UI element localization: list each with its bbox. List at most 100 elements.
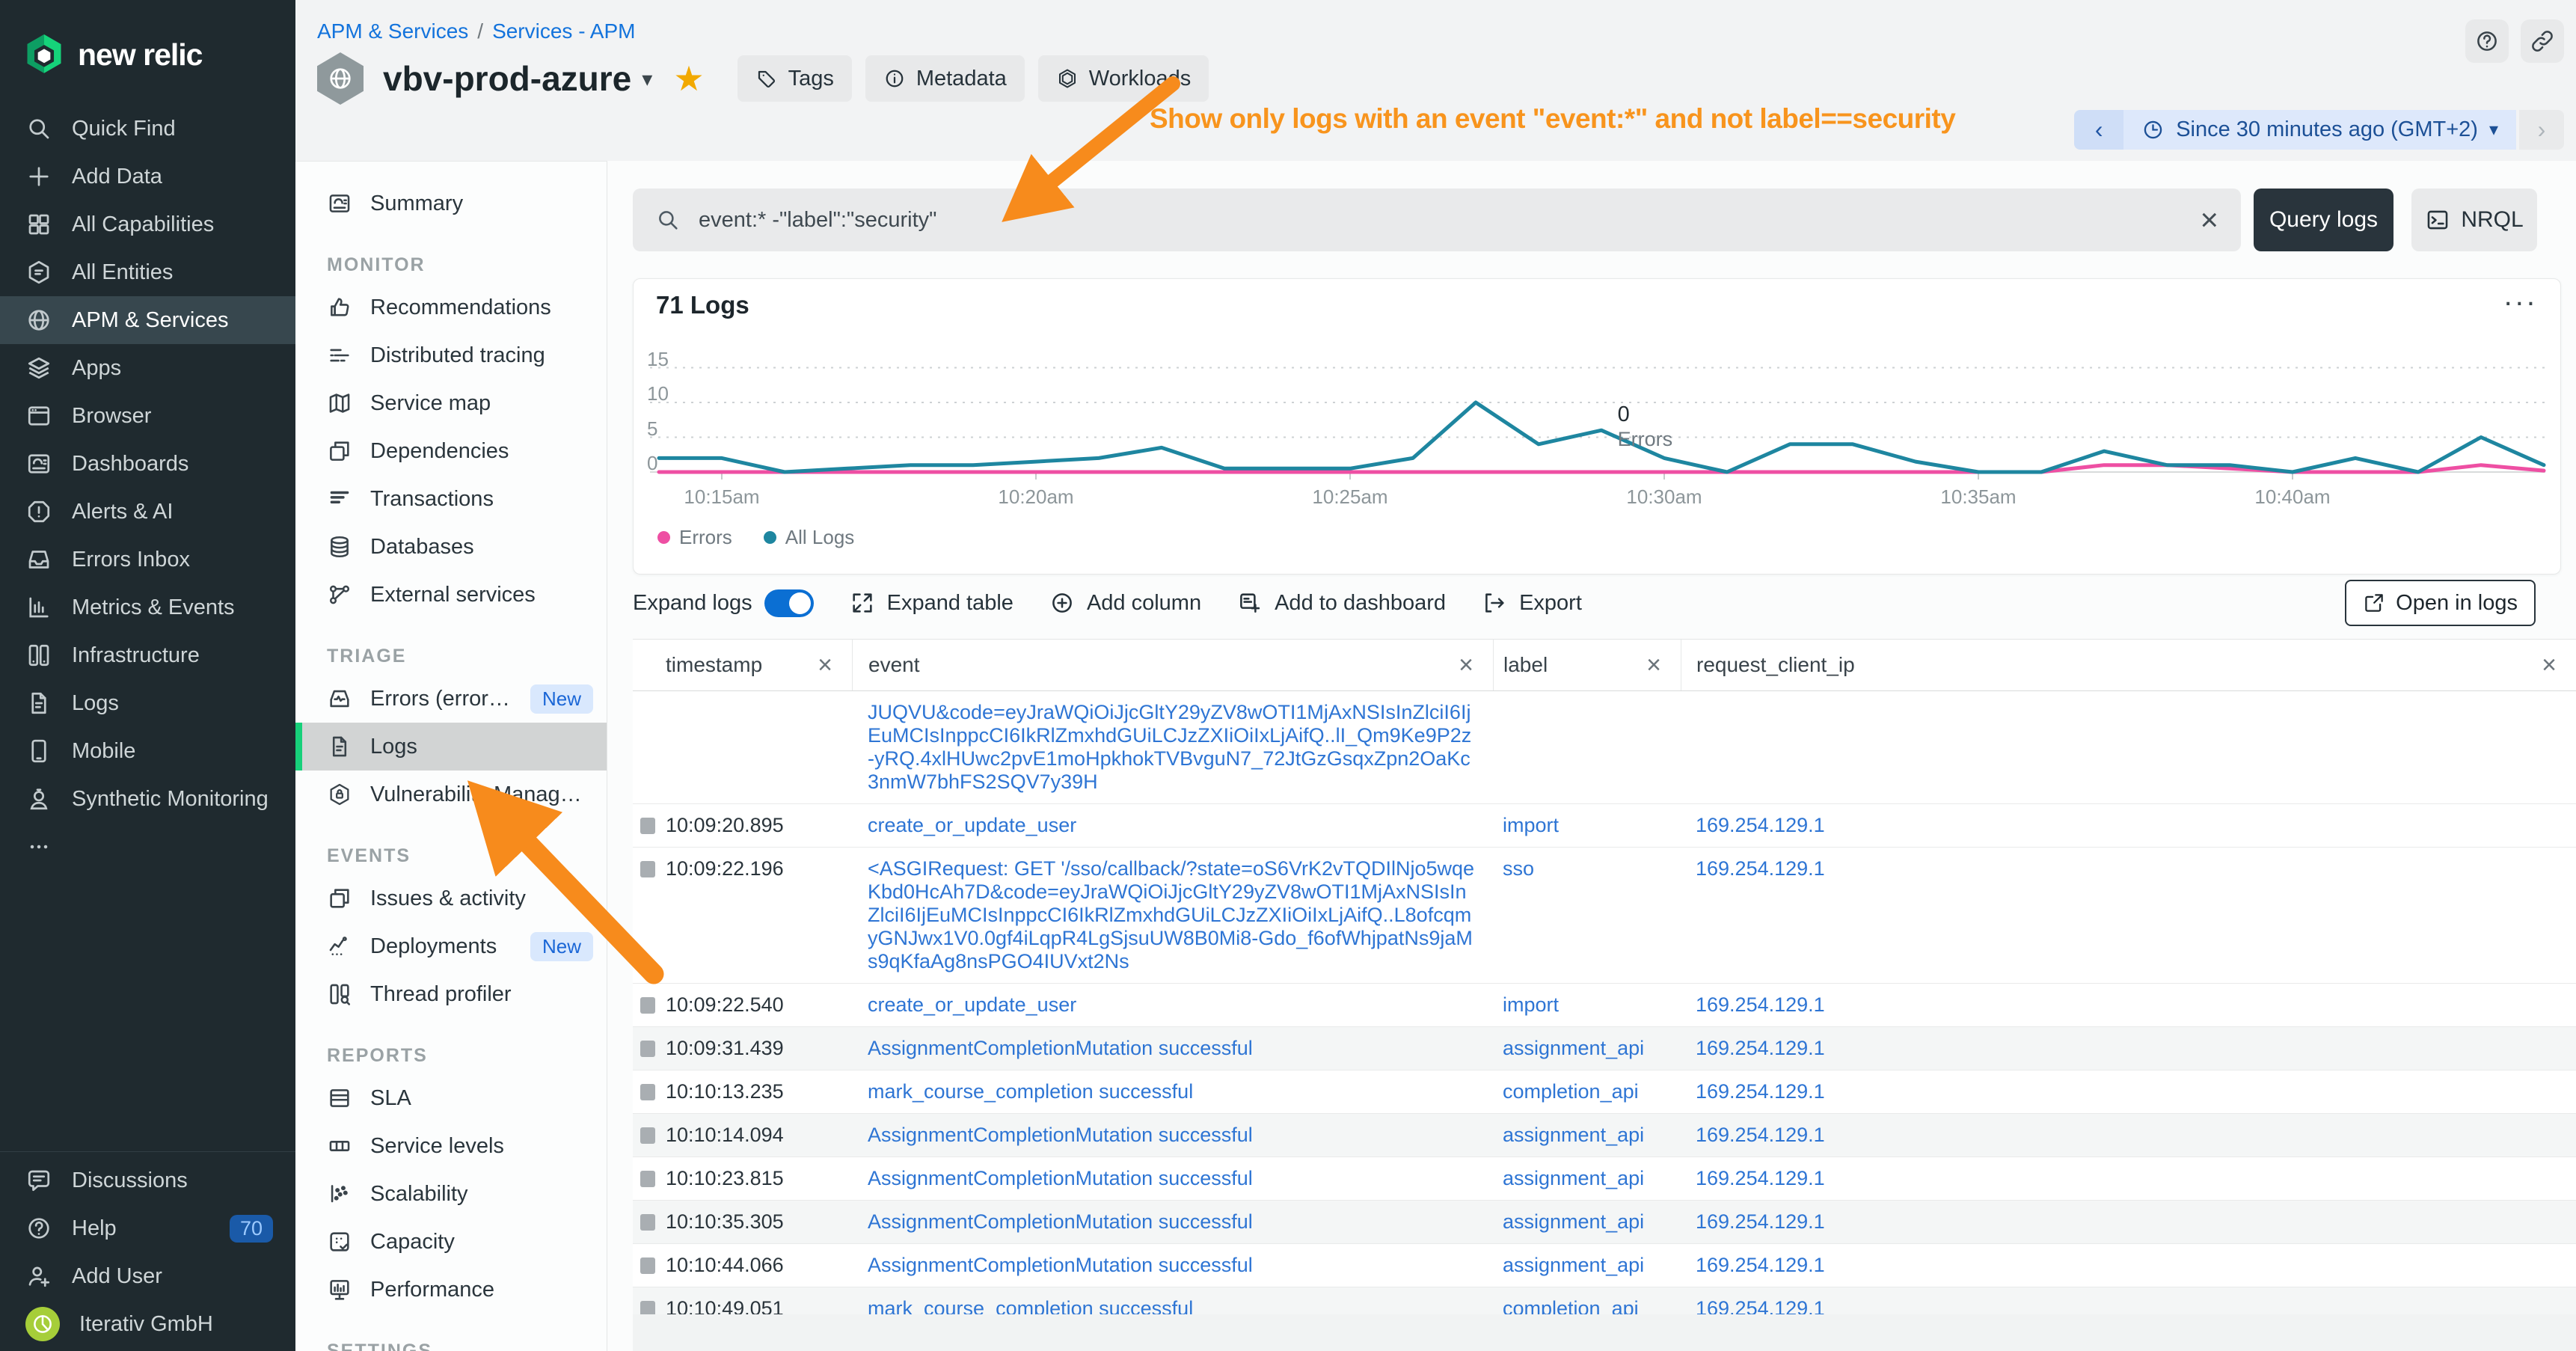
log-row-ip-link[interactable]: 169.254.129.1 [1681,804,2576,847]
remove-column-icon[interactable]: × [1646,651,1661,680]
remove-column-icon[interactable]: × [818,651,832,680]
log-row[interactable]: 10:09:22.540 create_or_update_user impor… [633,984,2576,1027]
bottom-scroll-strip[interactable] [633,1314,2576,1351]
global-footer-item[interactable]: Discussions [0,1157,295,1204]
local-nav-item[interactable]: Databases [295,523,607,571]
global-nav-item[interactable]: Dashboards [0,440,295,488]
log-row[interactable]: 10:10:23.815 AssignmentCompletionMutatio… [633,1157,2576,1201]
local-nav-item[interactable]: Logs [295,723,607,771]
log-row-ip-link[interactable]: 169.254.129.1 [1681,1070,2576,1113]
log-row-event-link[interactable]: AssignmentCompletionMutation successful [852,1201,1493,1243]
global-nav-item[interactable]: Metrics & Events [0,583,295,631]
global-nav-item[interactable]: Synthetic Monitoring [0,775,295,823]
log-row-event-link[interactable]: create_or_update_user [852,984,1493,1026]
log-row-label-link[interactable]: import [1493,804,1681,847]
local-nav-item[interactable]: Distributed tracing [295,331,607,379]
local-nav-item[interactable]: Service levels [295,1122,607,1170]
local-nav-item[interactable]: Summary [295,180,607,227]
log-row-ip-link[interactable] [1681,691,2576,803]
entity-action-button[interactable]: Workloads [1038,55,1209,102]
global-nav-item[interactable]: All Capabilities [0,200,295,248]
permalink-button[interactable] [2521,19,2564,63]
log-row[interactable]: 10:09:22.196 <ASGIRequest: GET '/sso/cal… [633,848,2576,984]
local-nav-item[interactable]: Deployments New [295,922,607,970]
log-row-event-link[interactable]: mark_course_completion successful [852,1070,1493,1113]
local-nav-item[interactable]: Transactions [295,475,607,523]
local-nav-item[interactable]: Errors (errors inb... New [295,675,607,723]
log-row-event-link[interactable]: AssignmentCompletionMutation successful [852,1157,1493,1200]
log-row-marker-icon[interactable] [640,1214,655,1231]
global-nav-item[interactable]: All Entities [0,248,295,296]
log-row-label-link[interactable]: assignment_api [1493,1244,1681,1287]
log-row-label-link[interactable]: assignment_api [1493,1201,1681,1243]
log-row[interactable]: 10:09:31.439 AssignmentCompletionMutatio… [633,1027,2576,1070]
global-nav-item[interactable]: Alerts & AI [0,488,295,536]
global-nav-item[interactable]: Browser [0,392,295,440]
log-row-marker-icon[interactable] [640,1257,655,1274]
log-row-marker-icon[interactable] [640,1084,655,1100]
log-row-label-link[interactable]: assignment_api [1493,1027,1681,1070]
log-row-marker-icon[interactable] [640,1127,655,1144]
local-nav-item[interactable]: SLA [295,1074,607,1122]
clear-search-icon[interactable]: × [2200,202,2218,238]
log-row-label-link[interactable]: assignment_api [1493,1114,1681,1157]
favorite-star-icon[interactable]: ★ [673,58,704,99]
column-header-timestamp[interactable]: timestamp× [633,640,852,690]
local-nav-item[interactable]: Issues & activity [295,874,607,922]
log-row-marker-icon[interactable] [640,861,655,877]
local-nav-item[interactable]: External services [295,571,607,619]
local-nav-item[interactable]: Recommendations [295,284,607,331]
log-row-ip-link[interactable]: 169.254.129.1 [1681,1114,2576,1157]
log-row[interactable]: 10:10:35.305 AssignmentCompletionMutatio… [633,1201,2576,1244]
log-row-event-link[interactable]: <ASGIRequest: GET '/sso/callback/?state=… [852,848,1493,983]
entity-chevron-down-icon[interactable]: ▾ [642,67,652,91]
log-row-marker-icon[interactable] [640,1171,655,1187]
remove-column-icon[interactable]: × [1459,651,1473,680]
log-row-event-link[interactable]: create_or_update_user [852,804,1493,847]
global-nav-item[interactable]: APM & Services [0,296,295,344]
log-row-label-link[interactable]: sso [1493,848,1681,983]
log-row[interactable]: 10:10:44.066 AssignmentCompletionMutatio… [633,1244,2576,1287]
entity-action-button[interactable]: Metadata [865,55,1025,102]
new-relic-logo[interactable]: new relic [0,0,295,84]
log-row-ip-link[interactable]: 169.254.129.1 [1681,1027,2576,1070]
breadcrumb-services-apm[interactable]: Services - APM [492,19,635,43]
help-button[interactable] [2465,19,2509,63]
open-in-logs-button[interactable]: Open in logs [2345,580,2536,626]
log-row-ip-link[interactable]: 169.254.129.1 [1681,984,2576,1026]
local-nav-item[interactable]: Dependencies [295,427,607,475]
local-nav-item[interactable]: Thread profiler [295,970,607,1018]
log-row-ip-link[interactable]: 169.254.129.1 [1681,1157,2576,1200]
global-footer-item[interactable]: Iterativ GmbH [0,1300,295,1348]
expand-logs-toggle[interactable] [764,589,814,617]
local-nav-item[interactable]: Vulnerability Management [295,771,607,818]
log-row[interactable]: 10:10:14.094 AssignmentCompletionMutatio… [633,1114,2576,1157]
remove-column-icon[interactable]: × [2542,651,2557,680]
log-row-marker-icon[interactable] [640,818,655,834]
global-footer-item[interactable]: Add User [0,1252,295,1300]
query-logs-button[interactable]: Query logs [2254,189,2393,251]
log-row-event-link[interactable]: AssignmentCompletionMutation successful [852,1027,1493,1070]
time-picker-dropdown[interactable]: Since 30 minutes ago (GMT+2) ▾ [2123,110,2516,150]
legend-item[interactable]: Errors [657,526,732,549]
column-header-event[interactable]: event× [852,640,1493,690]
local-nav-item[interactable]: Scalability [295,1170,607,1218]
local-nav-item[interactable]: Performance [295,1266,607,1314]
chart-overflow-menu[interactable]: ... [2504,279,2538,313]
global-nav-item[interactable]: Quick Find [0,105,295,153]
toolbar-button[interactable]: Export [1482,590,1582,616]
time-picker-forward-button[interactable]: › [2519,110,2564,150]
log-row-label-link[interactable] [1493,691,1681,803]
toolbar-button[interactable]: Expand table [850,590,1013,616]
log-row-ip-link[interactable]: 169.254.129.1 [1681,1201,2576,1243]
log-row[interactable]: 10:09:20.895 create_or_update_user impor… [633,804,2576,848]
log-row[interactable]: JUQVU&code=eyJraWQiOiJjcGltY29yZV8wOTI1M… [633,691,2576,804]
global-nav-item[interactable]: Errors Inbox [0,536,295,583]
global-nav-item[interactable]: Add Data [0,153,295,200]
log-search-input[interactable]: event:* -"label":"security" × [633,189,2241,251]
search-query-text[interactable]: event:* -"label":"security" [699,208,2182,233]
log-row-label-link[interactable]: assignment_api [1493,1157,1681,1200]
entity-name[interactable]: vbv-prod-azure [383,58,631,99]
local-nav-item[interactable]: Service map [295,379,607,427]
global-nav-item[interactable]: Infrastructure [0,631,295,679]
